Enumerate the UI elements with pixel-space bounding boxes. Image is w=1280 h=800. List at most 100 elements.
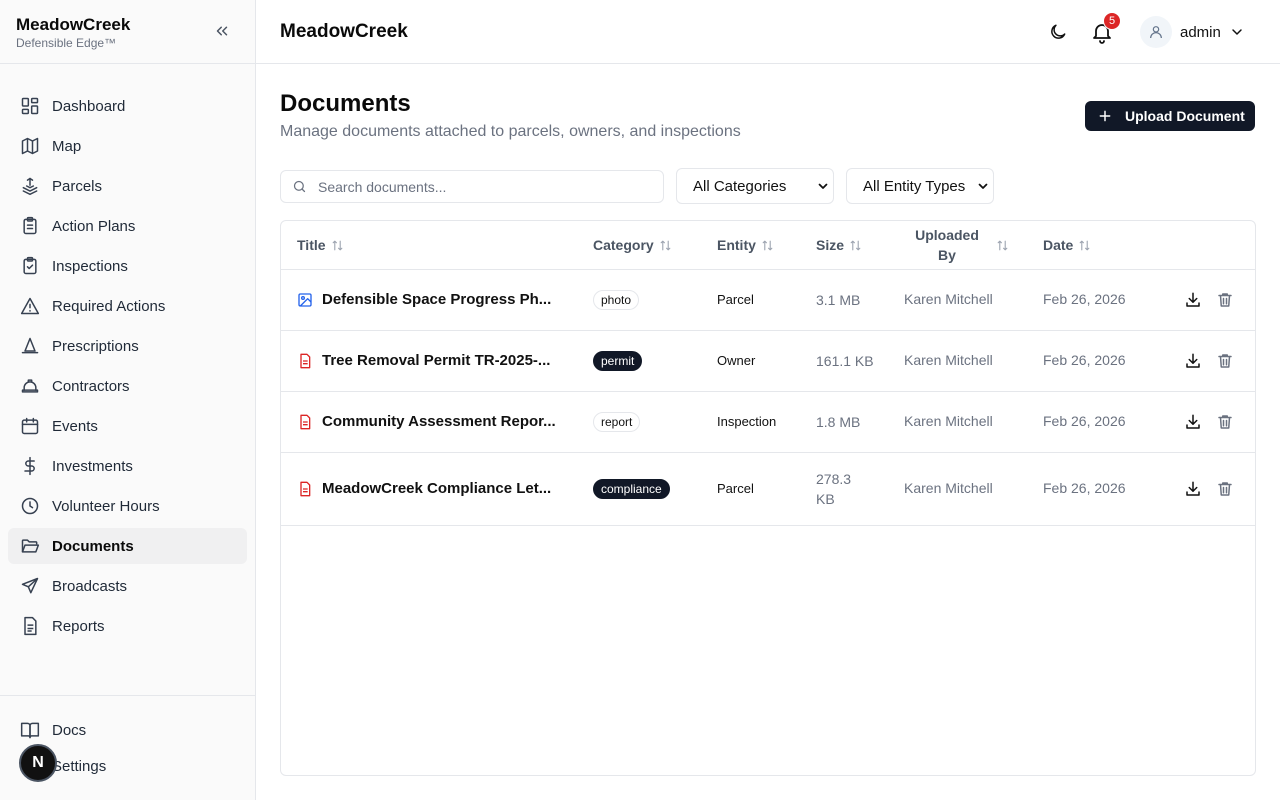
date-cell: Feb 26, 2026: [1043, 480, 1126, 496]
document-title-cell[interactable]: Community Assessment Repor...: [297, 413, 556, 430]
user-menu[interactable]: admin: [1140, 16, 1245, 48]
size-cell: 161.1 KB: [816, 353, 874, 369]
download-icon[interactable]: [1184, 480, 1202, 498]
sidebar-item-label: Inspections: [52, 257, 128, 275]
folder-open-icon: [20, 536, 40, 556]
category-cell: permit: [593, 351, 643, 371]
sidebar-item-map[interactable]: Map: [8, 128, 247, 164]
search-icon: [292, 179, 307, 194]
sidebar-item-documents[interactable]: Documents: [8, 528, 247, 564]
sidebar-item-parcels[interactable]: Parcels: [8, 168, 247, 204]
sidebar-nav: Dashboard Map Parcels Action Plans Inspe…: [0, 64, 255, 644]
table-row[interactable]: MeadowCreek Compliance Let... compliance…: [281, 453, 1255, 526]
sidebar-item-broadcasts[interactable]: Broadcasts: [8, 568, 247, 604]
column-header-size[interactable]: Size: [816, 237, 862, 253]
column-header-date[interactable]: Date: [1043, 237, 1091, 253]
moon-icon[interactable]: [1048, 22, 1068, 42]
sidebar-item-label: Documents: [52, 537, 134, 555]
upload-document-label: Upload Document: [1125, 108, 1245, 124]
category-filter-select[interactable]: All Categories: [676, 168, 834, 204]
sidebar-item-docs[interactable]: Docs: [8, 712, 247, 748]
sidebar-item-events[interactable]: Events: [8, 408, 247, 444]
sidebar-item-required-actions[interactable]: Required Actions: [8, 288, 247, 324]
user-name: admin: [1180, 23, 1221, 41]
trash-icon[interactable]: [1216, 413, 1234, 431]
trash-icon[interactable]: [1216, 480, 1234, 498]
user-icon: [1150, 26, 1162, 39]
sidebar-item-reports[interactable]: Reports: [8, 608, 247, 644]
download-icon[interactable]: [1184, 413, 1202, 431]
sidebar-item-label: Map: [52, 137, 82, 155]
column-header-label: Uploaded By: [915, 227, 979, 263]
book-icon: [20, 720, 40, 740]
sort-icon: [849, 239, 862, 252]
trash-icon[interactable]: [1216, 291, 1234, 309]
document-title-cell[interactable]: Tree Removal Permit TR-2025-...: [297, 352, 550, 369]
size-cell: 1.8 MB: [816, 414, 861, 430]
sort-icon: [761, 239, 774, 252]
brand: MeadowCreek Defensible Edge™: [0, 0, 255, 64]
column-header-category[interactable]: Category: [593, 237, 672, 253]
search-input[interactable]: [318, 178, 638, 195]
entity-type-filter-value: All Entity Types: [863, 177, 966, 195]
avatar: [1140, 16, 1172, 48]
sidebar: MeadowCreek Defensible Edge™ Dashboard M…: [0, 0, 256, 800]
download-icon[interactable]: [1184, 291, 1202, 309]
sidebar-item-contractors[interactable]: Contractors: [8, 368, 247, 404]
sidebar-item-action-plans[interactable]: Action Plans: [8, 208, 247, 244]
image-file-icon: [297, 292, 313, 308]
document-title-cell[interactable]: MeadowCreek Compliance Let...: [297, 480, 551, 497]
date-cell: Feb 26, 2026: [1043, 291, 1126, 307]
table-header-row: Title Category Entity Size Uploaded By D…: [281, 221, 1255, 270]
table-row[interactable]: Tree Removal Permit TR-2025-... permit O…: [281, 331, 1255, 392]
column-header-label: Title: [297, 237, 326, 253]
sort-icon: [996, 239, 1009, 252]
uploaded-by-cell: Karen Mitchell: [904, 352, 993, 368]
category-badge: permit: [593, 351, 643, 371]
category-cell: report: [593, 412, 641, 432]
collapse-sidebar-icon[interactable]: [213, 22, 231, 40]
column-header-label: Entity: [717, 237, 756, 253]
sidebar-item-label: Parcels: [52, 177, 103, 195]
sidebar-item-prescriptions[interactable]: Prescriptions: [8, 328, 247, 364]
column-header-entity[interactable]: Entity: [717, 237, 774, 253]
parcels-icon: [20, 176, 40, 196]
top-header: MeadowCreek: [256, 0, 1280, 64]
sidebar-item-label: Required Actions: [52, 297, 166, 315]
category-badge: report: [593, 412, 641, 432]
column-header-label: Date: [1043, 237, 1074, 253]
size-cell: 278.3 KB: [816, 471, 852, 507]
document-title: MeadowCreek Compliance Let...: [322, 480, 552, 497]
table-row[interactable]: Community Assessment Repor... report Ins…: [281, 392, 1255, 453]
sidebar-item-inspections[interactable]: Inspections: [8, 248, 247, 284]
column-header-title[interactable]: Title: [297, 237, 344, 253]
sidebar-item-investments[interactable]: Investments: [8, 448, 247, 484]
entity-type-filter-select[interactable]: All Entity Types: [846, 168, 994, 204]
brand-tagline: Defensible Edge™: [16, 36, 117, 50]
header-title: MeadowCreek: [280, 20, 408, 42]
sidebar-item-label: Investments: [52, 457, 133, 475]
trash-icon[interactable]: [1216, 352, 1234, 370]
document-file-icon: [297, 481, 313, 497]
entity-cell: Parcel: [717, 481, 754, 496]
column-header-label: Size: [816, 237, 845, 253]
uploaded-by-cell: Karen Mitchell: [904, 480, 993, 496]
download-icon[interactable]: [1184, 352, 1202, 370]
sidebar-item-dashboard[interactable]: Dashboard: [8, 88, 247, 124]
document-title: Community Assessment Repor...: [322, 413, 556, 430]
column-header-uploaded-by[interactable]: Uploaded By: [912, 225, 1009, 265]
alert-triangle-icon: [20, 296, 40, 316]
document-title-cell[interactable]: Defensible Space Progress Ph...: [297, 291, 551, 308]
category-cell: compliance: [593, 479, 670, 499]
chevron-down-icon: [817, 180, 829, 192]
sidebar-item-volunteer-hours[interactable]: Volunteer Hours: [8, 488, 247, 524]
date-cell: Feb 26, 2026: [1043, 352, 1126, 368]
cone-icon: [20, 336, 40, 356]
upload-document-button[interactable]: Upload Document: [1085, 101, 1255, 131]
uploaded-by-cell: Karen Mitchell: [904, 291, 993, 307]
category-filter-value: All Categories: [693, 177, 787, 195]
table-row[interactable]: Defensible Space Progress Ph... photo Pa…: [281, 270, 1255, 331]
document-title: Tree Removal Permit TR-2025-...: [322, 352, 551, 369]
floating-assistant-button[interactable]: N: [19, 744, 57, 782]
map-icon: [20, 136, 40, 156]
